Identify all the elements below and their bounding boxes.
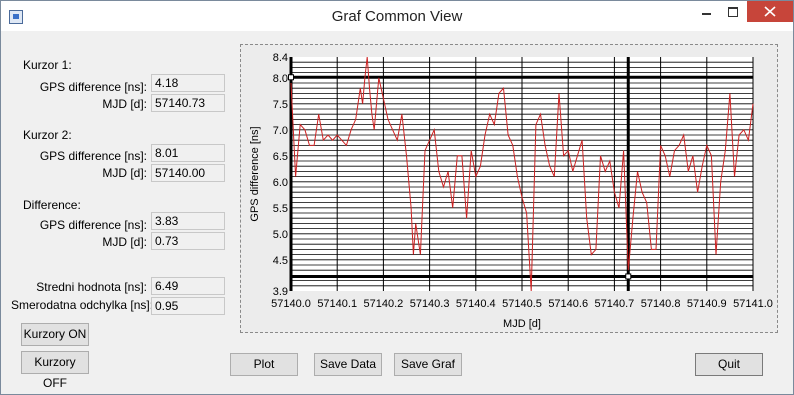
y-tick-label: 6.0 [273,177,288,189]
cursor2-marker [288,74,294,81]
cursor2-mjd-label: MJD [d]: [102,166,147,180]
x-tick-label: 57140.1 [317,298,357,310]
cursor1-gps-label: GPS difference [ns]: [39,80,147,94]
y-tick-label: 7.0 [273,125,288,137]
y-axis-label: GPS difference [ns] [249,126,261,221]
x-tick-label: 57140.4 [456,298,496,310]
save-data-button[interactable]: Save Data [314,353,382,376]
cursor2-gps-label: GPS difference [ns]: [39,149,147,163]
std-label: Smerodatna odchylka [ns]: [11,298,154,312]
x-tick-label: 57140.5 [502,298,542,310]
cursor2-heading: Kurzor 2: [23,128,72,142]
x-tick-label: 57141.0 [733,298,773,310]
window-title: Graf Common View [331,8,463,25]
y-tick-label: 7.5 [273,99,288,111]
y-tick-label: 4.5 [273,255,288,267]
close-button[interactable] [747,1,793,22]
x-tick-label: 57140.8 [641,298,681,310]
close-icon [764,6,776,17]
difference-mjd-label: MJD [d]: [102,235,147,249]
cursors-on-button[interactable]: Kurzory ON [21,323,89,346]
cursor1-heading: Kurzor 1: [23,58,72,72]
y-tick-label: 3.9 [273,286,288,298]
save-graf-button[interactable]: Save Graf [394,353,462,376]
cursor1-mjd-label: MJD [d]: [102,97,147,111]
cursor1-marker [625,273,632,280]
x-tick-label: 57140.3 [410,298,450,310]
cursor1-gps-field[interactable]: 4.18 [151,74,225,92]
cursors-off-button[interactable]: Kurzory OFF [21,351,89,390]
app-window: Graf Common View Kurzor 1: GPS differenc… [0,0,794,395]
cursor1-mjd-field[interactable]: 57140.73 [151,94,225,112]
difference-gps-field[interactable]: 3.83 [151,212,225,230]
y-tick-label: 8.0 [273,73,288,85]
std-field[interactable]: 0.95 [151,297,225,315]
x-tick-label: 57140.6 [548,298,588,310]
quit-button[interactable]: Quit [695,353,763,376]
y-tick-label: 6.5 [273,151,288,163]
x-tick-label: 57140.9 [687,298,727,310]
y-tick-label: 5.5 [273,203,288,215]
plot-button[interactable]: Plot [230,353,298,376]
x-tick-label: 57140.2 [364,298,404,310]
x-axis-label: MJD [d] [503,318,541,330]
mean-label: Stredni hodnota [ns]: [36,280,147,294]
cursor2-mjd-field[interactable]: 57140.00 [151,164,225,182]
cursor2-gps-field[interactable]: 8.01 [151,144,225,162]
difference-mjd-field[interactable]: 0.73 [151,232,225,250]
y-tick-label: 8.4 [273,52,288,64]
minimize-button[interactable] [693,1,720,22]
difference-gps-label: GPS difference [ns]: [39,218,147,232]
x-tick-label: 57140.0 [271,298,311,310]
mean-field[interactable]: 6.49 [151,277,225,295]
maximize-button[interactable] [720,1,747,22]
y-tick-label: 5.0 [273,229,288,241]
title-bar: Graf Common View [1,1,793,31]
x-tick-label: 57140.7 [595,298,635,310]
gps-difference-chart[interactable]: 57140.0 57140.1 57140.2 57140.3 57140.4 57140… [241,45,777,332]
plot-panel[interactable]: 57140.0 57140.1 57140.2 57140.3 57140.4 57140… [240,44,778,333]
difference-heading: Difference: [23,198,81,212]
